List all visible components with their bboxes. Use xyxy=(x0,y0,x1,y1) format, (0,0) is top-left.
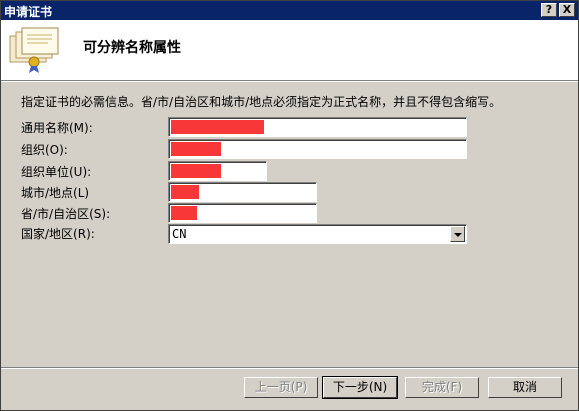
dropdown-button[interactable] xyxy=(450,226,465,242)
state-input[interactable] xyxy=(168,203,317,223)
page-title: 可分辨名称属性 xyxy=(83,40,181,56)
back-button[interactable]: 上一页(P) xyxy=(244,377,318,398)
chevron-down-icon xyxy=(454,233,462,237)
organization-label: 组织(O): xyxy=(21,143,68,157)
help-button[interactable]: ? xyxy=(541,3,557,17)
org-unit-input[interactable] xyxy=(168,161,267,181)
window-title: 申请证书 xyxy=(4,5,53,19)
instruction-text: 指定证书的必需信息。省/市/自治区和城市/地点必须指定为正式名称，并且不得包含缩… xyxy=(21,95,502,109)
organization-input[interactable] xyxy=(168,139,467,159)
redacted-value xyxy=(171,164,221,178)
redacted-value xyxy=(171,142,221,156)
common-name-label: 通用名称(M): xyxy=(21,121,93,135)
common-name-input[interactable] xyxy=(168,117,467,137)
cancel-button[interactable]: 取消 xyxy=(488,377,562,398)
redacted-value xyxy=(171,206,197,220)
org-unit-label: 组织单位(U): xyxy=(21,165,92,179)
certificate-icon xyxy=(9,27,59,73)
country-select[interactable]: CN xyxy=(168,224,467,244)
redacted-value xyxy=(171,120,264,134)
city-input[interactable] xyxy=(168,182,317,202)
title-bar: 申请证书 ? X xyxy=(1,1,578,20)
next-button[interactable]: 下一步(N) xyxy=(322,376,398,399)
country-value: CN xyxy=(172,227,187,241)
header-divider xyxy=(1,80,578,82)
request-certificate-dialog: 申请证书 ? X 可分辨名称属性 指定证书的必需信息。省/市/自治区和城市/地点… xyxy=(0,0,579,411)
city-label: 城市/地点(L) xyxy=(21,186,90,200)
state-label: 省/市/自治区(S): xyxy=(21,207,111,221)
finish-button[interactable]: 完成(F) xyxy=(405,377,479,398)
country-label: 国家/地区(R): xyxy=(21,227,95,241)
redacted-value xyxy=(171,185,199,199)
header-panel: 可分辨名称属性 xyxy=(1,20,578,80)
close-button[interactable]: X xyxy=(559,3,575,17)
footer-divider xyxy=(1,367,578,369)
